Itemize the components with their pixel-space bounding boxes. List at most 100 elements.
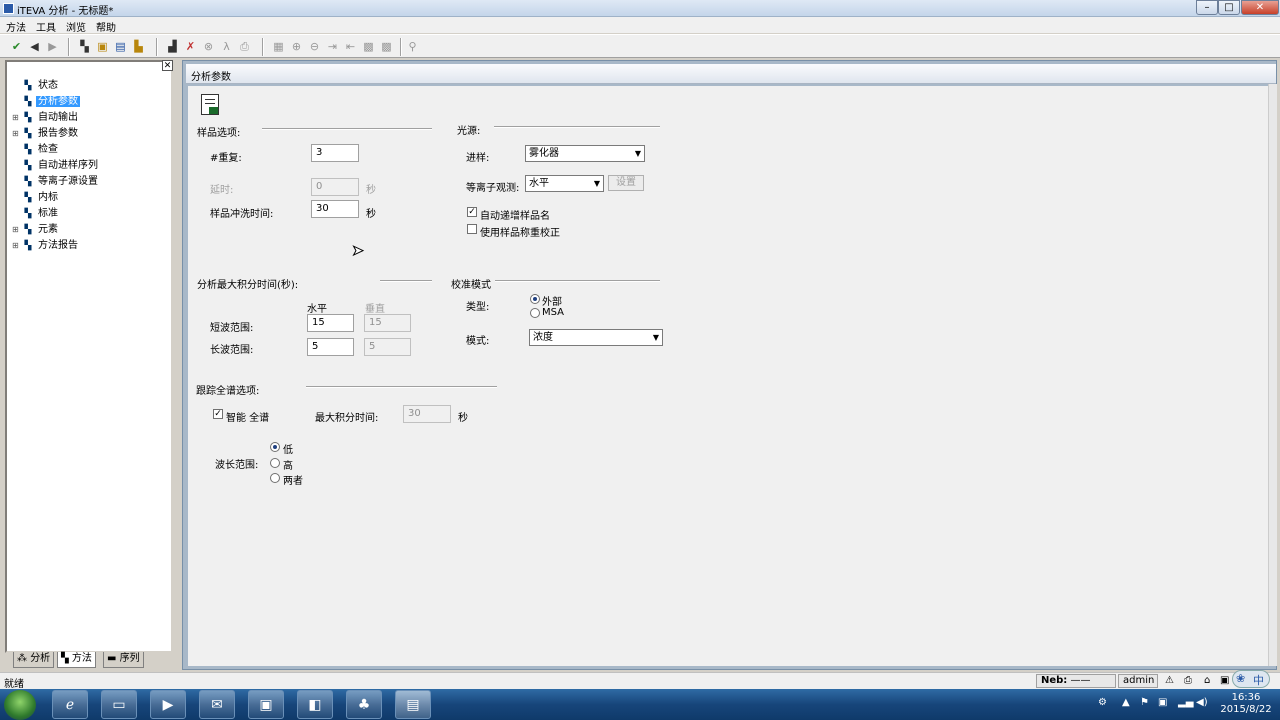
network-icon[interactable]: ⚙ [1098, 697, 1107, 708]
rinse-input[interactable]: 30 [311, 200, 359, 218]
tree-item-label: 自动进样序列 [38, 160, 98, 171]
expand-icon[interactable]: ⊞ [12, 113, 20, 122]
menu-method[interactable]: 方法 [6, 19, 26, 34]
zoom-in-icon[interactable]: ⊕ [290, 40, 303, 53]
app-icon[interactable]: ▣ [248, 690, 284, 719]
print-icon[interactable]: ⎙ [238, 40, 251, 53]
weight-correction-checkbox[interactable] [467, 224, 477, 234]
calibration-heading: 校准模式 [451, 280, 491, 291]
menu-help[interactable]: 帮助 [96, 19, 116, 34]
short-horizontal-input[interactable]: 15 [307, 314, 354, 332]
type-external-radio[interactable] [530, 294, 540, 304]
short-vertical-input[interactable]: 15 [364, 314, 411, 332]
tree-item[interactable]: ⊞ ▚ 自动输出 [12, 108, 80, 123]
menu-tools[interactable]: 工具 [36, 19, 56, 34]
iteva-icon[interactable]: ♣ [346, 690, 382, 719]
tree-item[interactable]: ▚ 等离子源设置 [12, 172, 100, 187]
range-both-radio[interactable] [270, 473, 280, 483]
panel-close-icon[interactable]: ✕ [162, 60, 173, 71]
tree-item[interactable]: ▚ 检查 [12, 140, 60, 155]
script-icon[interactable]: λ [220, 40, 233, 53]
tree-item[interactable]: ▚ 自动进样序列 [12, 156, 100, 171]
layout-alt-icon[interactable]: ▩ [380, 40, 393, 53]
export-icon[interactable]: ▤ [114, 40, 127, 53]
setup-button[interactable]: 设置 [608, 175, 644, 191]
page-header [186, 64, 1276, 84]
office-icon[interactable]: ◧ [297, 690, 333, 719]
horizontal-column-label: 水平 [307, 304, 327, 315]
smart-fullframe-checkbox[interactable]: ✓ [213, 409, 223, 419]
injection-label: 进样: [466, 153, 490, 164]
mode-select[interactable]: 浓度 ▼ [529, 329, 663, 346]
injection-select[interactable]: 雾化器 ▼ [525, 145, 645, 162]
node-icon: ▚ [24, 113, 32, 123]
ime-indicator[interactable]: ❀ 中 [1232, 670, 1270, 688]
flag-icon[interactable]: ⚑ [1140, 697, 1149, 708]
expand-icon[interactable]: ⊞ [12, 129, 20, 138]
expand-icon[interactable]: ⊞ [12, 225, 20, 234]
search-icon[interactable]: ⚲ [406, 40, 419, 53]
delay-label: 延时: [210, 185, 234, 196]
analysis-tab-icon: ⁂ [17, 653, 31, 664]
max-time-input[interactable]: 30 [403, 405, 451, 423]
close-button[interactable]: ✕ [1241, 0, 1279, 15]
device-icon[interactable]: ▣ [1158, 697, 1167, 708]
repeat-input[interactable]: 3 [311, 144, 359, 162]
start-button[interactable] [4, 690, 36, 720]
explorer-icon[interactable]: ▭ [101, 690, 137, 719]
clock[interactable]: 16:36 2015/8/22 [1218, 692, 1274, 716]
delay-input[interactable]: 0 [311, 178, 359, 196]
tray-arrow-icon[interactable]: ▲ [1122, 697, 1130, 708]
back-icon[interactable]: ◀ [28, 40, 41, 53]
tree-item[interactable]: ▚ 内标 [12, 188, 60, 203]
signal-icon[interactable]: ▂▄ [1178, 697, 1193, 708]
tree-item-label: 标准 [38, 208, 58, 219]
iteva-method-icon[interactable]: ▤ [395, 690, 431, 719]
maximize-button[interactable]: □ [1218, 0, 1240, 15]
method-tab-icon: ▚ [61, 653, 72, 664]
menu-view[interactable]: 浏览 [66, 19, 86, 34]
vertical-scrollbar[interactable] [1268, 84, 1277, 666]
minimize-button[interactable]: – [1196, 0, 1218, 15]
tree-item[interactable]: ⊞ ▚ 方法报告 [12, 236, 80, 251]
node-icon: ▚ [24, 81, 32, 91]
tree-item[interactable]: ⊞ ▚ 元素 [12, 220, 60, 235]
tree-item[interactable]: ▚ 状态 [12, 76, 60, 91]
tree-item[interactable]: ⊞ ▚ 报告参数 [12, 124, 80, 139]
open-icon[interactable]: ▣ [96, 40, 109, 53]
grid-icon[interactable]: ▦ [272, 40, 285, 53]
table-icon[interactable]: ⇤ [344, 40, 357, 53]
zoom-out-icon[interactable]: ⊖ [308, 40, 321, 53]
lock-icon[interactable]: ▙ [132, 40, 145, 53]
range-high-radio[interactable] [270, 458, 280, 468]
stats-icon[interactable]: ✗ [184, 40, 197, 53]
long-horizontal-input[interactable]: 5 [307, 338, 354, 356]
auto-increment-checkbox[interactable]: ✓ [467, 207, 477, 217]
tree-item[interactable]: ▚ 标准 [12, 204, 60, 219]
fit-icon[interactable]: ⇥ [326, 40, 339, 53]
tree-item-label: 状态 [38, 80, 58, 91]
media-icon[interactable]: ▶ [150, 690, 186, 719]
tab-method[interactable]: ▚ 方法 [57, 652, 96, 668]
rinse-label: 样品冲洗时间: [210, 209, 274, 220]
chart-icon[interactable]: ▟ [166, 40, 179, 53]
tree-icon[interactable]: ▚ [78, 40, 91, 53]
layout-icon[interactable]: ▩ [362, 40, 375, 53]
status-text: 就绪 [4, 679, 24, 690]
ie-icon[interactable]: ℯ [52, 690, 88, 719]
tree-item-label: 自动输出 [38, 112, 78, 123]
expand-icon[interactable]: ⊞ [12, 241, 20, 250]
x-icon[interactable]: ⊗ [202, 40, 215, 53]
tree-item[interactable]: ▚ 分析参数 [12, 92, 80, 107]
outlook-icon[interactable]: ✉ [199, 690, 235, 719]
tab-sequence[interactable]: ▬ 序列 [103, 652, 144, 668]
forward-icon[interactable]: ▶ [46, 40, 59, 53]
save-icon[interactable]: ✔ [10, 40, 23, 53]
range-low-radio[interactable] [270, 442, 280, 452]
long-vertical-input[interactable]: 5 [364, 338, 411, 356]
max-time-label: 最大积分时间: [315, 413, 379, 424]
plasma-view-select[interactable]: 水平 ▼ [525, 175, 604, 192]
tab-analysis[interactable]: ⁂ 分析 [13, 652, 55, 668]
type-msa-radio[interactable] [530, 308, 540, 318]
volume-icon[interactable]: ◀) [1196, 697, 1208, 708]
